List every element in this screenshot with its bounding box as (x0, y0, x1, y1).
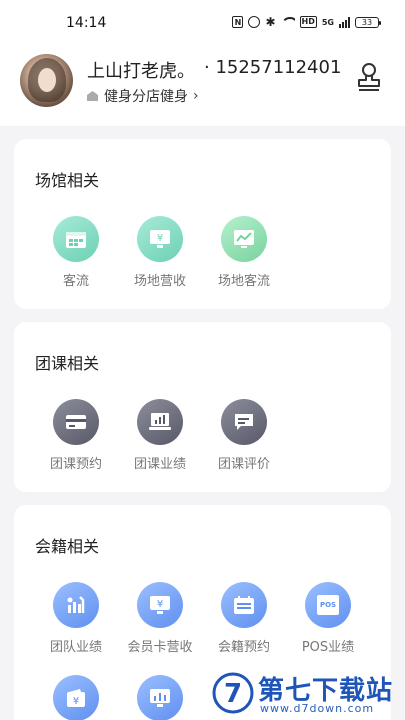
grid-item-traffic[interactable]: 客流 (34, 216, 118, 289)
yen-monitor-icon: ¥ (137, 216, 183, 262)
status-time: 14:14 (66, 15, 107, 31)
status-icons: N ✱ HD 5G 33 (232, 15, 381, 29)
battery-icon: 33 (355, 16, 381, 28)
profile-header: 上山打老虎。 · 15257112401 健身分店健身 › (0, 44, 405, 126)
section-title: 场馆相关 (35, 171, 100, 190)
svg-text:¥: ¥ (157, 599, 163, 610)
svg-text:¥: ¥ (73, 696, 79, 707)
grid-label: POS业绩 (301, 640, 355, 655)
hd-icon: HD (299, 16, 317, 28)
grid-label: 会员卡营收 (127, 640, 193, 655)
store-icon (87, 91, 98, 101)
wifi-icon (280, 17, 295, 27)
grid-item-class-review[interactable]: 团课评价 (202, 399, 286, 472)
team-bar-icon (53, 582, 99, 628)
laptop-chart-icon (137, 399, 183, 445)
grid-label: 会籍预约 (217, 640, 270, 655)
watermark: 7 第七下载站 www.d7down.com (212, 668, 402, 718)
alarm-icon (248, 16, 261, 28)
section-title: 团课相关 (35, 354, 100, 373)
trend-chart-icon (221, 216, 267, 262)
grid-item-team-performance[interactable]: 团队业绩 (34, 582, 118, 655)
calendar-icon (53, 216, 99, 262)
user-phone: · 15257112401 (204, 57, 342, 78)
grid-label: 团课业绩 (133, 457, 186, 472)
grid-item-card-revenue[interactable]: ¥ 会员卡营收 (118, 582, 202, 655)
user-name: 上山打老虎。 (87, 61, 195, 82)
grid-label: 客流 (62, 274, 89, 289)
grid-label: 场地客流 (217, 274, 270, 289)
store-name: 健身分店健身 (104, 89, 188, 105)
stamp-icon[interactable] (355, 62, 383, 92)
grid-item-bar-monitor[interactable] (118, 675, 202, 720)
pos-glyph: POS (317, 595, 339, 615)
watermark-logo-letter: 7 (224, 679, 242, 709)
svg-text:¥: ¥ (157, 233, 163, 244)
chevron-right-icon: › (193, 88, 199, 104)
section-venue: 场馆相关 客流 ¥ 场地营收 场地客流 (14, 139, 391, 309)
grid-label: 场地营收 (133, 274, 186, 289)
bar-monitor-icon (137, 675, 183, 720)
grid-item-venue-traffic[interactable]: 场地客流 (202, 216, 286, 289)
grid-item-membership-booking[interactable]: 会籍预约 (202, 582, 286, 655)
watermark-url: www.d7down.com (260, 702, 375, 715)
network-type: 5G (321, 17, 334, 27)
pos-icon: POS (305, 582, 351, 628)
card-icon (53, 399, 99, 445)
comment-icon (221, 399, 267, 445)
grid-item-wallet[interactable]: ¥ (34, 675, 118, 720)
store-selector[interactable]: 健身分店健身 › (86, 86, 199, 106)
grid-label: 团课预约 (49, 457, 102, 472)
nfc-icon: N (232, 16, 244, 28)
grid-label: 团队业绩 (49, 640, 102, 655)
watermark-logo: 7 (212, 672, 254, 714)
yen-monitor-icon: ¥ (137, 582, 183, 628)
grid-item-class-performance[interactable]: 团课业绩 (118, 399, 202, 472)
yen-wallet-icon: ¥ (53, 675, 99, 720)
grid-item-class-booking[interactable]: 团课预约 (34, 399, 118, 472)
grid-item-venue-revenue[interactable]: ¥ 场地营收 (118, 216, 202, 289)
grid-item-pos-performance[interactable]: POS POS业绩 (286, 582, 370, 655)
section-group-class: 团课相关 团课预约 团课业绩 团课评价 (14, 322, 391, 492)
bluetooth-icon: ✱ (265, 15, 276, 29)
status-bar: 14:14 N ✱ HD 5G 33 (0, 0, 405, 44)
signal-icon (339, 16, 350, 28)
calendar-icon (221, 582, 267, 628)
avatar[interactable] (20, 54, 73, 107)
section-title: 会籍相关 (35, 537, 100, 556)
grid-label: 团课评价 (217, 457, 270, 472)
